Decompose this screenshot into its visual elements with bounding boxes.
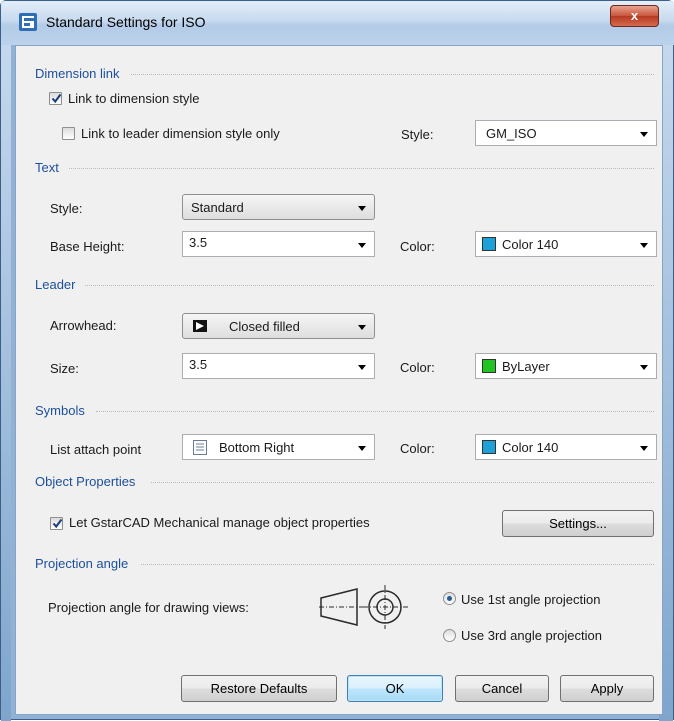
title-bar[interactable]: Standard Settings for ISO x <box>1 1 674 45</box>
arrowhead-value: Closed filled <box>229 319 300 334</box>
group-object-properties: Object Properties <box>35 474 136 489</box>
group-divider <box>85 285 654 286</box>
leader-size-value: 3.5 <box>189 357 208 372</box>
first-angle-radio[interactable] <box>443 592 456 605</box>
third-angle-label: Use 3rd angle projection <box>461 628 602 643</box>
apply-button[interactable]: Apply <box>560 675 654 702</box>
symbols-color-label: Color: <box>400 441 435 456</box>
cancel-button[interactable]: Cancel <box>455 675 549 702</box>
symbols-color-select[interactable]: Color 140 <box>475 434 657 460</box>
text-color-select[interactable]: Color 140 <box>475 231 657 257</box>
chevron-down-icon <box>640 446 648 451</box>
dim-style-label: Style: <box>401 127 434 142</box>
base-height-label: Base Height: <box>50 239 125 254</box>
chevron-down-icon <box>640 365 648 370</box>
group-leader: Leader <box>35 277 76 292</box>
text-style-select[interactable]: Standard <box>182 194 375 220</box>
color-swatch <box>482 237 496 251</box>
chevron-down-icon <box>358 365 366 370</box>
group-text: Text <box>35 160 59 175</box>
group-divider <box>131 74 654 75</box>
app-icon <box>19 13 37 31</box>
base-height-value: 3.5 <box>189 235 208 250</box>
color-swatch <box>482 440 496 454</box>
third-angle-radio[interactable] <box>443 629 456 642</box>
leader-size-label: Size: <box>50 361 79 376</box>
first-angle-label: Use 1st angle projection <box>461 592 601 607</box>
ok-button[interactable]: OK <box>347 675 443 702</box>
group-divider <box>69 168 654 169</box>
settings-button[interactable]: Settings... <box>502 510 654 537</box>
manage-properties-checkbox[interactable] <box>50 517 63 530</box>
list-icon <box>193 440 207 455</box>
close-icon: x <box>630 8 639 23</box>
chevron-down-icon <box>640 243 648 248</box>
group-dimension-link: Dimension link <box>35 66 120 81</box>
projection-symbol-icon <box>319 585 409 629</box>
group-projection-angle: Projection angle <box>35 556 129 571</box>
checkmark-icon <box>51 93 62 104</box>
link-dim-style-label: Link to dimension style <box>68 91 200 106</box>
group-divider <box>96 411 654 412</box>
text-color-value: Color 140 <box>502 237 559 252</box>
leader-color-label: Color: <box>400 360 435 375</box>
link-leader-only-checkbox[interactable] <box>62 127 75 140</box>
arrowhead-select[interactable]: Closed filled <box>182 313 375 339</box>
chevron-down-icon <box>358 206 366 211</box>
text-style-value: Standard <box>191 200 244 215</box>
group-divider <box>141 564 654 565</box>
link-dim-style-checkbox[interactable] <box>49 92 62 105</box>
chevron-down-icon <box>358 325 366 330</box>
close-button[interactable]: x <box>610 5 659 27</box>
leader-color-value: ByLayer <box>502 359 550 374</box>
dim-style-select[interactable]: GM_ISO <box>475 120 657 146</box>
projection-views-label: Projection angle for drawing views: <box>48 600 249 615</box>
symbols-color-value: Color 140 <box>502 440 559 455</box>
attach-point-value: Bottom Right <box>219 440 295 455</box>
arrowhead-label: Arrowhead: <box>50 318 117 333</box>
link-leader-only-label: Link to leader dimension style only <box>81 126 280 141</box>
closed-filled-arrow-icon <box>193 320 207 332</box>
manage-properties-label: Let GstarCAD Mechanical manage object pr… <box>69 515 370 530</box>
restore-defaults-button[interactable]: Restore Defaults <box>181 675 337 702</box>
radio-selected-dot <box>447 596 452 601</box>
base-height-combo[interactable]: 3.5 <box>182 231 375 257</box>
text-style-label: Style: <box>50 201 83 216</box>
dim-style-value: GM_ISO <box>486 126 537 141</box>
text-color-label: Color: <box>400 239 435 254</box>
window-title: Standard Settings for ISO <box>46 14 206 30</box>
group-symbols: Symbols <box>35 403 85 418</box>
leader-color-select[interactable]: ByLayer <box>475 353 657 379</box>
group-divider <box>151 482 654 483</box>
chevron-down-icon <box>358 243 366 248</box>
color-swatch <box>482 359 496 373</box>
window-frame-left <box>1 1 11 721</box>
chevron-down-icon <box>640 132 648 137</box>
leader-size-combo[interactable]: 3.5 <box>182 353 375 379</box>
chevron-down-icon <box>358 446 366 451</box>
attach-point-select[interactable]: Bottom Right <box>182 434 375 460</box>
checkmark-icon <box>52 518 63 529</box>
attach-point-label: List attach point <box>50 442 142 457</box>
